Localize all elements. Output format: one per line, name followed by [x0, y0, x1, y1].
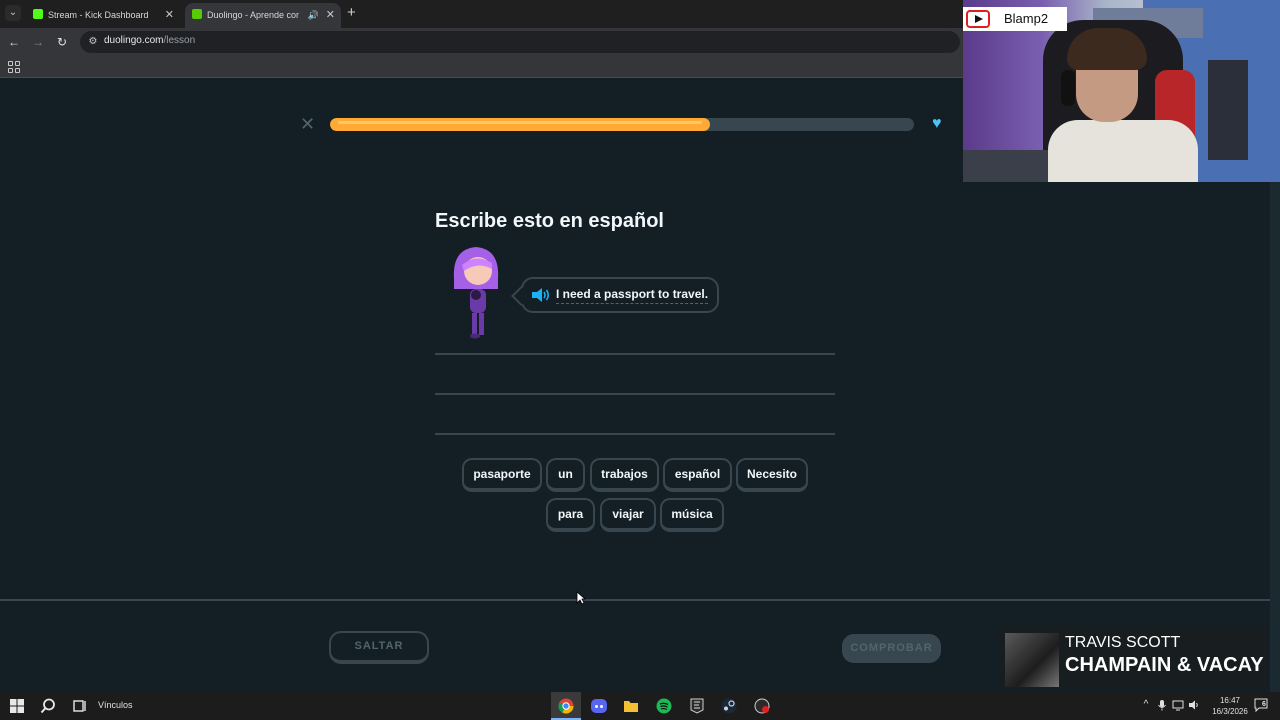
discord-icon[interactable]: [591, 698, 607, 714]
reload-icon[interactable]: ↻: [54, 34, 70, 50]
word-chip-musica[interactable]: música: [660, 498, 724, 532]
heart-icon: ♥: [932, 115, 942, 132]
tab-search-icon[interactable]: ⌄: [5, 5, 21, 21]
kick-icon: [33, 9, 43, 19]
address-bar[interactable]: ⚙ duolingo.com/lesson: [80, 31, 960, 53]
footer-divider: [0, 599, 1270, 601]
check-button[interactable]: COMPROBAR: [842, 634, 941, 663]
word-chip-viajar[interactable]: viajar: [600, 498, 656, 532]
clock-date[interactable]: 16/3/2026: [1204, 707, 1256, 716]
tab-title: Stream - Kick Dashboard: [48, 10, 149, 20]
tab-duolingo[interactable]: Duolingo - Aprende con le 🔊 ✕: [185, 3, 341, 28]
close-tab-icon[interactable]: ✕: [165, 3, 174, 28]
character-illustration: [453, 247, 499, 339]
tab-title: Duolingo - Aprende con le: [207, 10, 299, 20]
speech-bubble: I need a passport to travel.: [521, 277, 719, 313]
word-chip-trabajos[interactable]: trabajos: [590, 458, 659, 492]
speaker-icon[interactable]: [531, 287, 551, 303]
windows-start-icon[interactable]: [9, 698, 25, 714]
close-tab-icon[interactable]: ✕: [326, 3, 335, 28]
back-icon[interactable]: ←: [6, 34, 22, 50]
skip-button[interactable]: SALTAR: [329, 631, 429, 664]
lesson-progress-bar: [330, 118, 914, 131]
microphone-icon[interactable]: [1156, 699, 1168, 711]
now-playing-overlay: TRAVIS SCOTT CHAMPAIN & VACAY: [999, 626, 1267, 688]
channel-badge: Blamp2: [963, 7, 1067, 31]
tab-kick-dashboard[interactable]: Stream - Kick Dashboard ✕: [26, 3, 180, 28]
screen: ⌄ Stream - Kick Dashboard ✕ Duolingo - A…: [0, 0, 1280, 720]
youtube-icon: [966, 10, 990, 28]
channel-name: Blamp2: [1004, 11, 1049, 26]
duolingo-icon: [192, 9, 202, 19]
spotify-icon[interactable]: [656, 698, 672, 714]
exercise-prompt: Escribe esto en español: [435, 210, 664, 232]
word-chip-pasaporte[interactable]: pasaporte: [462, 458, 542, 492]
track-artist: TRAVIS SCOTT: [1065, 634, 1181, 651]
obs-recording-icon[interactable]: [754, 698, 770, 714]
url-text: duolingo.com/lesson: [104, 35, 196, 46]
taskbar-links-label[interactable]: Vínculos: [98, 700, 133, 710]
volume-icon[interactable]: [1188, 699, 1200, 711]
search-icon[interactable]: [40, 698, 56, 714]
close-lesson-icon[interactable]: ✕: [300, 115, 315, 133]
file-explorer-icon[interactable]: [623, 698, 639, 714]
word-chip-un[interactable]: un: [546, 458, 585, 492]
lesson-progress-fill: [330, 118, 710, 131]
track-title: CHAMPAIN & VACAY: [1065, 654, 1264, 676]
answer-line: [435, 393, 835, 395]
notification-count: 6: [1262, 701, 1266, 708]
chrome-icon[interactable]: [558, 698, 574, 714]
forward-icon[interactable]: →: [30, 34, 46, 50]
word-chip-espanol[interactable]: español: [663, 458, 732, 492]
word-chip-necesito[interactable]: Necesito: [736, 458, 808, 492]
speaker-icon[interactable]: 🔊: [308, 3, 319, 28]
album-art: [1005, 633, 1059, 687]
windows-taskbar: Vínculos ^ 16:47 16/3/2026 6: [0, 692, 1280, 720]
new-tab-button[interactable]: +: [347, 5, 356, 21]
clock-time[interactable]: 16:47: [1206, 696, 1254, 705]
steam-icon[interactable]: [721, 698, 737, 714]
answer-line: [435, 353, 835, 355]
network-icon[interactable]: [1172, 699, 1184, 711]
show-hidden-icons[interactable]: ^: [1140, 699, 1152, 711]
word-chip-para[interactable]: para: [546, 498, 595, 532]
apps-icon[interactable]: [8, 61, 20, 73]
source-sentence[interactable]: I need a passport to travel.: [556, 287, 709, 304]
task-view-icon[interactable]: [72, 698, 88, 714]
answer-line: [435, 433, 835, 435]
site-info-icon[interactable]: ⚙: [87, 36, 99, 48]
epic-games-icon[interactable]: [689, 698, 705, 714]
mouse-cursor-icon: [576, 591, 586, 605]
